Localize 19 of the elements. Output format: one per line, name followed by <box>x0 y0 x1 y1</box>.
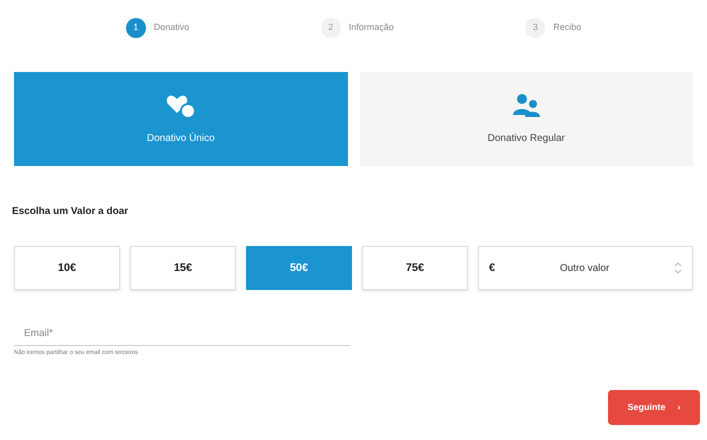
step-number: 2 <box>320 18 341 38</box>
spinner-icon <box>674 261 682 275</box>
amount-option[interactable]: 10€ <box>14 246 120 290</box>
step-number: 1 <box>126 18 146 38</box>
other-amount-field[interactable]: € Outro valor <box>478 246 693 290</box>
donation-type-tab[interactable]: Donativo Regular <box>360 72 693 166</box>
step-label: Donativo <box>154 21 190 34</box>
step-label: Recibo <box>553 21 582 34</box>
amount-option[interactable]: 15€ <box>130 246 236 290</box>
email-field[interactable]: Email* <box>14 322 350 346</box>
step-label: Informação <box>348 21 394 34</box>
next-button[interactable]: Seguinte › <box>608 390 700 425</box>
people-icon <box>511 92 542 118</box>
amount-option[interactable]: 75€ <box>362 246 468 290</box>
other-amount-input[interactable]: Outro valor <box>495 260 674 276</box>
step-number: 3 <box>525 18 546 38</box>
amount-heading: Escolha um Valor a doar <box>11 205 130 219</box>
heart-coin-icon <box>166 92 196 118</box>
currency-symbol: € <box>489 260 496 276</box>
